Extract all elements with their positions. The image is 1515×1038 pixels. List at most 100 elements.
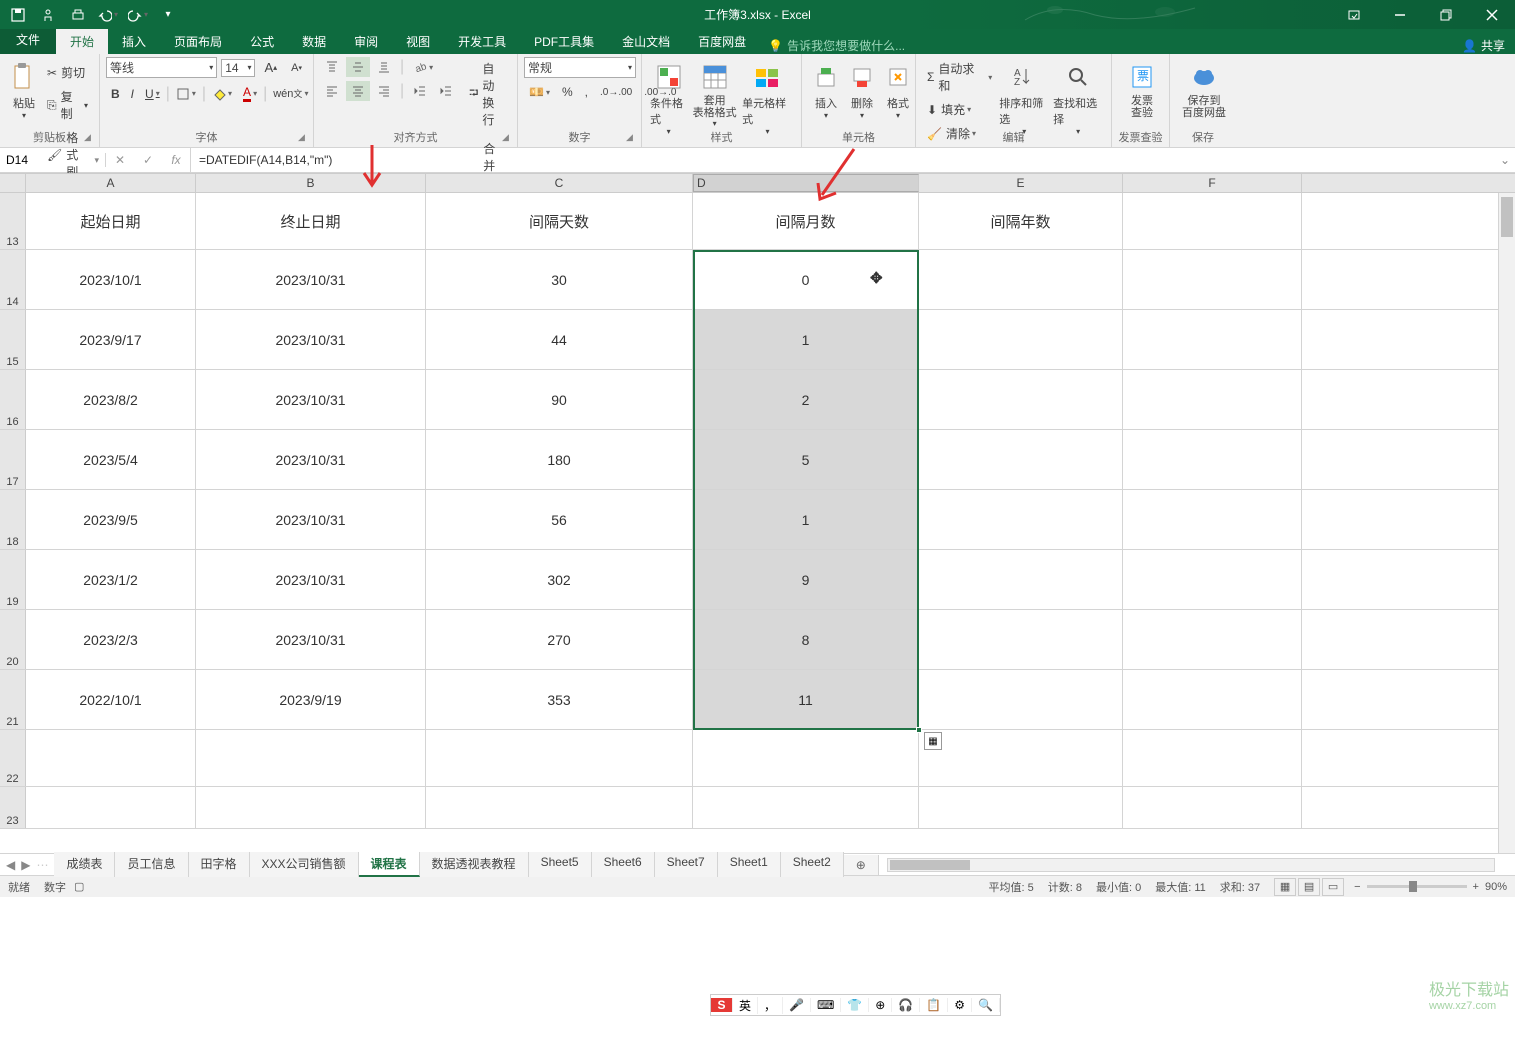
cell[interactable]	[1123, 310, 1302, 369]
copy-button[interactable]: ⎘复制▾	[42, 85, 93, 125]
undo-icon[interactable]	[94, 3, 122, 27]
row-header[interactable]: 13	[0, 193, 26, 249]
col-header-f[interactable]: F	[1123, 174, 1302, 192]
row-header[interactable]: 17	[0, 430, 26, 489]
zoom-slider[interactable]	[1367, 885, 1467, 888]
ime-clip-icon[interactable]: 📋	[920, 998, 948, 1012]
sheet-tab[interactable]: 成绩表	[54, 852, 115, 877]
cell[interactable]: 2022/10/1	[26, 670, 196, 729]
horizontal-scrollbar[interactable]	[887, 858, 1495, 872]
sheet-tab[interactable]: XXX公司销售额	[250, 852, 359, 877]
row-header[interactable]: 23	[0, 787, 26, 828]
cell[interactable]: 2023/10/31	[196, 550, 426, 609]
font-name-select[interactable]: 等线▾	[106, 57, 217, 78]
invoice-check-button[interactable]: 票发票 查验	[1118, 57, 1166, 123]
table-header[interactable]: 间隔月数	[693, 193, 919, 249]
cell[interactable]: 2023/10/31	[196, 610, 426, 669]
grow-font-icon[interactable]: A▴	[259, 57, 282, 78]
cell[interactable]: 0	[693, 250, 919, 309]
tab-review[interactable]: 审阅	[340, 28, 392, 54]
ime-search-icon[interactable]: 🔍	[972, 998, 1000, 1012]
align-dialog-launcher[interactable]: ◢	[502, 132, 514, 144]
format-cells-button[interactable]: 格式▾	[880, 57, 916, 124]
tab-insert[interactable]: 插入	[108, 28, 160, 54]
number-dialog-launcher[interactable]: ◢	[626, 132, 638, 144]
cell[interactable]: 2023/10/1	[26, 250, 196, 309]
cell[interactable]	[196, 787, 426, 828]
ribbon-options-icon[interactable]	[1331, 0, 1377, 29]
table-header[interactable]: 间隔天数	[426, 193, 693, 249]
tell-me[interactable]: 💡告诉我您想要做什么...	[768, 37, 905, 54]
row-header[interactable]: 18	[0, 490, 26, 549]
align-top-icon[interactable]	[320, 57, 344, 77]
align-middle-icon[interactable]	[346, 57, 370, 77]
col-header-d[interactable]: D	[693, 174, 919, 192]
cell[interactable]: 2023/9/19	[196, 670, 426, 729]
sheet-nav[interactable]: ◀▶⋯	[0, 858, 54, 872]
minimize-icon[interactable]	[1377, 0, 1423, 29]
ime-tool-icon[interactable]: ⊕	[869, 998, 892, 1012]
cell[interactable]: 2023/10/31	[196, 250, 426, 309]
ime-settings-icon[interactable]: ⚙	[948, 998, 972, 1012]
cell[interactable]	[1123, 787, 1302, 828]
quick-print-icon[interactable]	[64, 3, 92, 27]
sheet-tab[interactable]: 课程表	[359, 852, 420, 877]
cell[interactable]	[919, 670, 1123, 729]
insert-cells-button[interactable]: 插入▾	[808, 57, 844, 124]
close-icon[interactable]	[1469, 0, 1515, 29]
cell[interactable]: 2023/9/5	[26, 490, 196, 549]
align-right-icon[interactable]	[372, 81, 396, 101]
zoom-out-icon[interactable]: −	[1354, 881, 1360, 893]
cell[interactable]	[1123, 430, 1302, 489]
cell[interactable]	[26, 730, 196, 786]
cell[interactable]: 2023/1/2	[26, 550, 196, 609]
sheet-prev-icon[interactable]: ◀	[6, 858, 15, 872]
cell[interactable]	[1123, 550, 1302, 609]
cell[interactable]: 9	[693, 550, 919, 609]
paste-button[interactable]: 粘贴▾	[6, 57, 42, 183]
row-header[interactable]: 15	[0, 310, 26, 369]
share-button[interactable]: 👤共享	[1462, 37, 1505, 54]
align-center-icon[interactable]	[346, 81, 370, 101]
cell[interactable]	[26, 787, 196, 828]
view-layout-icon[interactable]: ▤	[1298, 878, 1320, 896]
row-header[interactable]: 19	[0, 550, 26, 609]
cell[interactable]: 8	[693, 610, 919, 669]
cell[interactable]: 353	[426, 670, 693, 729]
conditional-format-button[interactable]: 条件格式▾	[648, 57, 689, 140]
cell[interactable]	[919, 250, 1123, 309]
increase-indent-icon[interactable]	[434, 81, 458, 101]
cell[interactable]	[1123, 193, 1302, 249]
ime-lang[interactable]: 英	[733, 997, 758, 1014]
shrink-font-icon[interactable]: A▾	[286, 59, 307, 77]
zoom-level[interactable]: 90%	[1485, 881, 1507, 893]
sheet-tab[interactable]: Sheet7	[655, 852, 718, 877]
table-header[interactable]: 起始日期	[26, 193, 196, 249]
zoom-in-icon[interactable]: +	[1473, 881, 1479, 893]
cell[interactable]: 2023/8/2	[26, 370, 196, 429]
cell[interactable]	[426, 787, 693, 828]
ime-punct[interactable]: ，	[758, 997, 783, 1014]
sheet-tab[interactable]: Sheet6	[592, 852, 655, 877]
sheet-tab[interactable]: Sheet2	[781, 852, 844, 877]
cell[interactable]: 30	[426, 250, 693, 309]
row-header[interactable]: 14	[0, 250, 26, 309]
cell-styles-button[interactable]: 单元格样式▾	[740, 57, 795, 140]
sheet-tab[interactable]: Sheet5	[529, 852, 592, 877]
cell[interactable]	[919, 490, 1123, 549]
cell[interactable]: 2023/9/17	[26, 310, 196, 369]
wrap-text-button[interactable]: ⮒自动换行	[464, 57, 511, 131]
touch-mode-icon[interactable]	[34, 3, 62, 27]
cell[interactable]	[919, 430, 1123, 489]
sheet-tab[interactable]: 田字格	[189, 852, 250, 877]
col-header-b[interactable]: B	[196, 174, 426, 192]
redo-icon[interactable]	[124, 3, 152, 27]
cell[interactable]	[919, 550, 1123, 609]
cell[interactable]	[919, 730, 1123, 786]
row-header[interactable]: 22	[0, 730, 26, 786]
fill-color-button[interactable]	[207, 84, 237, 104]
autofill-options-icon[interactable]: ▦	[924, 732, 942, 750]
row-header[interactable]: 21	[0, 670, 26, 729]
align-bottom-icon[interactable]	[372, 57, 396, 77]
cell[interactable]	[1123, 490, 1302, 549]
